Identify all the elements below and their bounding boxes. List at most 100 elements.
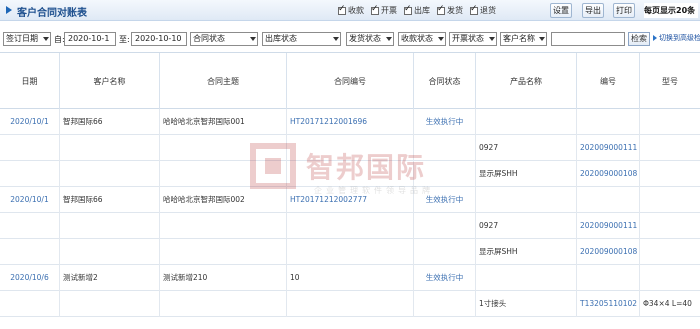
column-header-model: 型号 <box>662 77 678 86</box>
cell-model: Φ34×4 L=40 <box>643 299 692 308</box>
table-row: 1寸接头 T13205110102 Φ34×4 L=40 <box>0 291 700 317</box>
display-options: 收款 开票 出库 发货 退货 <box>338 4 496 16</box>
chevron-down-icon <box>438 37 444 41</box>
advanced-search-link[interactable]: 切换到高级检索 <box>659 33 700 43</box>
arrow-right-icon <box>653 35 657 41</box>
checkbox-shipping[interactable]: 发货 <box>437 4 463 16</box>
cell-contract-no: HT20171212001696 <box>287 109 414 135</box>
watermark-logo: 智邦国际 企业管理软件领导品牌 <box>250 143 490 203</box>
chevron-down-icon <box>386 37 392 41</box>
logo-icon <box>250 143 296 189</box>
cell-subject[interactable] <box>160 291 287 317</box>
cell-date <box>0 161 60 187</box>
column-header-contract-no: 合同编号 <box>287 53 414 110</box>
title-bar: 客户合同对账表 收款 开票 出库 发货 退货 设置 导出 打印 每页显示20条 <box>0 0 700 21</box>
column-header-product: 产品名称 <box>476 53 577 110</box>
cell-subject[interactable]: 测试新增210 <box>160 265 287 291</box>
contract-status-select[interactable]: 合同状态 <box>190 32 258 46</box>
column-header-subject: 合同主题 <box>160 53 287 110</box>
invoice-status-select[interactable]: 开票状态 <box>449 32 497 46</box>
checkbox-icon[interactable] <box>404 4 412 15</box>
title-arrow-icon <box>6 6 12 14</box>
column-header-code: 编号 <box>577 53 640 110</box>
filter-bar: 签订日期 自: 2020-10-1 至: 2020-10-10 合同状态 出库状… <box>0 28 700 48</box>
cell-status: 生效执行中 <box>414 109 476 135</box>
column-header-date: 日期 <box>0 53 60 110</box>
cell-customer[interactable] <box>60 161 160 187</box>
cell-model <box>640 187 700 213</box>
payment-status-select[interactable]: 收款状态 <box>398 32 446 46</box>
checkbox-icon[interactable] <box>338 4 346 15</box>
export-button[interactable]: 导出 <box>582 3 604 18</box>
to-label: 至: <box>119 35 130 44</box>
cell-product[interactable] <box>476 187 577 213</box>
customer-name-select[interactable]: 客户名称 <box>500 32 547 46</box>
cell-customer[interactable] <box>60 213 160 239</box>
cell-customer[interactable]: 智邦国际66 <box>60 187 160 213</box>
checkbox-outbound[interactable]: 出库 <box>404 4 430 16</box>
cell-product[interactable] <box>476 109 577 135</box>
chevron-down-icon <box>539 37 545 41</box>
table-row: 2020/10/6 测试新增2 测试新增210 10 生效执行中 <box>0 265 700 291</box>
cell-status <box>414 291 476 317</box>
checkbox-invoice[interactable]: 开票 <box>371 4 397 16</box>
cell-code: 202009000108 <box>577 239 640 265</box>
cell-date <box>0 135 60 161</box>
cell-date: 2020/10/1 <box>0 109 60 135</box>
watermark-title: 智邦国际 <box>306 151 427 184</box>
cell-subject[interactable] <box>160 213 287 239</box>
cell-contract-no <box>287 291 414 317</box>
cell-date <box>0 213 60 239</box>
cell-date <box>0 291 60 317</box>
from-date-input[interactable]: 2020-10-1 <box>64 32 116 46</box>
cell-customer[interactable]: 智邦国际66 <box>60 109 160 135</box>
cell-model <box>640 135 700 161</box>
cell-model <box>640 109 700 135</box>
cell-product[interactable]: 0927 <box>476 135 577 161</box>
table-row: 2020/10/1 智邦国际66 哈哈哈北京智邦国际001 HT20171212… <box>0 109 700 135</box>
cell-product[interactable]: 1寸接头 <box>476 291 577 317</box>
cell-product[interactable]: 0927 <box>476 213 577 239</box>
to-date-input[interactable]: 2020-10-10 <box>131 32 187 46</box>
cell-contract-no <box>287 213 414 239</box>
checkbox-icon[interactable] <box>437 4 445 15</box>
cell-model <box>640 213 700 239</box>
cell-subject[interactable] <box>160 239 287 265</box>
date-type-select[interactable]: 签订日期 <box>3 32 51 46</box>
table-row: 显示屏SHH 202009000108 <box>0 239 700 265</box>
cell-contract-no <box>287 239 414 265</box>
cell-status <box>414 239 476 265</box>
checkbox-return[interactable]: 退货 <box>470 4 496 16</box>
cell-code <box>577 265 640 291</box>
cell-product[interactable] <box>476 265 577 291</box>
checkbox-icon[interactable] <box>371 4 379 15</box>
checkbox-payment[interactable]: 收款 <box>338 4 364 16</box>
watermark-subtitle: 企业管理软件领导品牌 <box>314 186 434 195</box>
settings-button[interactable]: 设置 <box>550 3 572 18</box>
table-row: 0927 202009000111 <box>0 213 700 239</box>
cell-date: 2020/10/1 <box>0 187 60 213</box>
cell-contract-no: 10 <box>287 265 414 291</box>
cell-date: 2020/10/6 <box>0 265 60 291</box>
per-page-select[interactable]: 每页显示20条 <box>644 3 698 18</box>
outbound-status-select[interactable]: 出库状态 <box>262 32 341 46</box>
cell-customer[interactable]: 测试新增2 <box>60 265 160 291</box>
cell-model <box>640 265 700 291</box>
shipping-status-select[interactable]: 发货状态 <box>346 32 394 46</box>
cell-model <box>640 161 700 187</box>
cell-product[interactable]: 显示屏SHH <box>476 239 577 265</box>
checkbox-icon[interactable] <box>470 4 478 15</box>
cell-customer[interactable] <box>60 291 160 317</box>
chevron-down-icon <box>43 37 49 41</box>
cell-date <box>0 239 60 265</box>
cell-subject[interactable]: 哈哈哈北京智邦国际001 <box>160 109 287 135</box>
keyword-input[interactable] <box>551 32 625 46</box>
print-button[interactable]: 打印 <box>613 3 635 18</box>
chevron-down-icon <box>333 37 339 41</box>
table-header: 日期 客户名称 合同主题 合同编号 合同状态 产品名称 编号 型号 <box>0 52 700 110</box>
cell-code <box>577 109 640 135</box>
cell-product[interactable]: 显示屏SHH <box>476 161 577 187</box>
search-button[interactable]: 检索 <box>628 32 650 46</box>
cell-customer[interactable] <box>60 239 160 265</box>
cell-customer[interactable] <box>60 135 160 161</box>
